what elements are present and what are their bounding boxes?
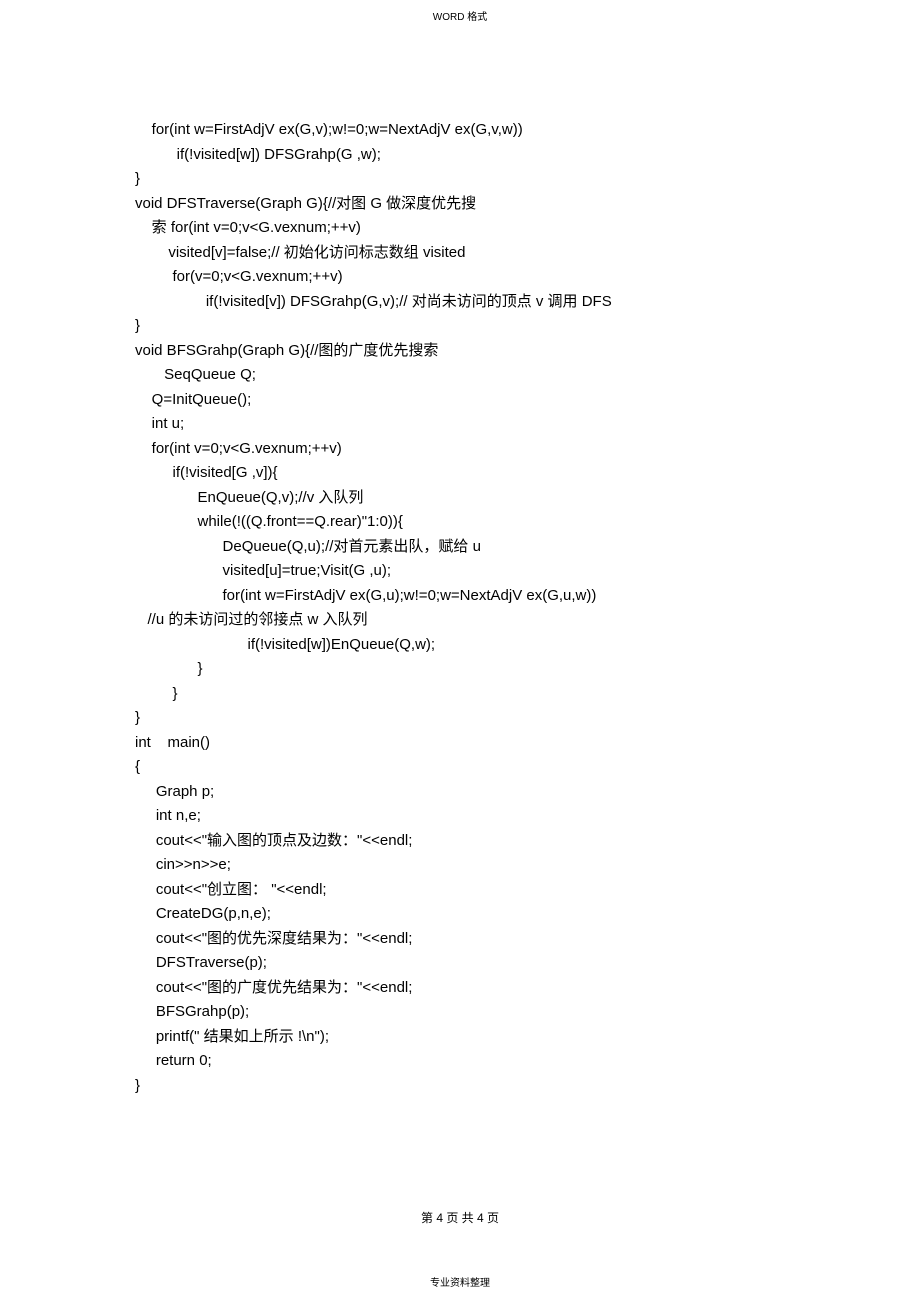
code-content: for(int w=FirstAdjV ex(G,v);w!=0;w=NextA… <box>135 118 825 1098</box>
page-number: 第 4 页 共 4 页 <box>0 1209 920 1226</box>
page-footer: 专业资料整理 <box>0 1274 920 1289</box>
page-header: WORD 格式 <box>0 8 920 23</box>
